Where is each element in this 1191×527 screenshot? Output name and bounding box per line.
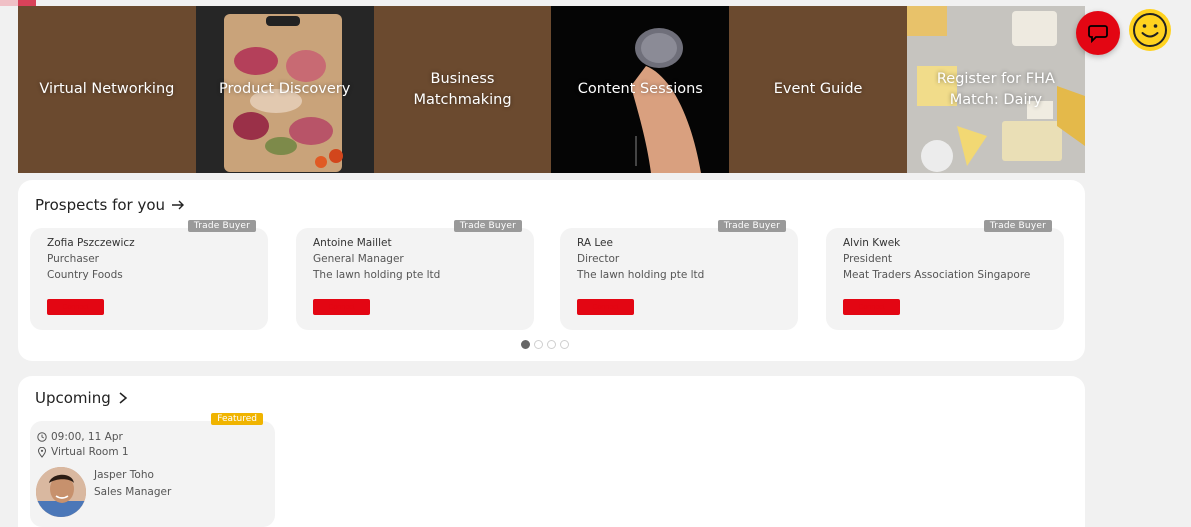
upcoming-heading-link[interactable]: Upcoming [35, 389, 129, 407]
tile-label: Business Matchmaking [413, 70, 512, 108]
tile-content-sessions[interactable]: Content Sessions [551, 6, 730, 173]
prospect-company: The lawn holding pte ltd [577, 269, 705, 281]
prospect-card[interactable]: Trade Buyer RA Lee Director The lawn hol… [560, 220, 798, 330]
speaker-avatar [36, 467, 86, 517]
trade-buyer-badge: Trade Buyer [453, 220, 522, 232]
pagination-dot[interactable] [560, 340, 569, 349]
location-pin-icon [37, 446, 47, 458]
tile-label: Event Guide [773, 81, 863, 97]
connect-button[interactable]: Connect [313, 299, 370, 315]
speaker-photo [36, 467, 86, 517]
trade-buyer-badge: Trade Buyer [983, 220, 1052, 232]
prospects-title: Prospects for you [35, 196, 166, 214]
prospect-title: President [843, 253, 892, 265]
prospects-panel: Prospects for you Trade Buyer Zofia Pszc… [18, 180, 1085, 361]
arrow-right-icon [172, 200, 185, 210]
feedback-button[interactable] [1129, 9, 1171, 51]
connect-button[interactable]: Connect [843, 299, 900, 315]
feature-banner: Virtual Networking Product Discovery Bus… [18, 6, 1085, 173]
tile-virtual-networking[interactable]: Virtual Networking [18, 6, 196, 173]
tile-label: Product Discovery [219, 81, 351, 97]
smiley-icon [1133, 13, 1167, 47]
tile-label: Virtual Networking [39, 81, 175, 97]
session-card[interactable]: Featured 09:00, 11 Apr Virtual Room 1 Ja… [30, 413, 275, 527]
pagination-dot[interactable] [547, 340, 556, 349]
trade-buyer-badge: Trade Buyer [187, 220, 256, 232]
tile-label: Content Sessions [577, 81, 703, 97]
clock-icon [37, 432, 47, 442]
prospects-heading-link[interactable]: Prospects for you [35, 196, 185, 214]
tile-product-discovery[interactable]: Product Discovery [195, 6, 374, 173]
prospect-name: Antoine Maillet [313, 237, 392, 249]
prospect-title: General Manager [313, 253, 404, 265]
chat-button[interactable] [1076, 11, 1120, 55]
chevron-right-icon [119, 392, 127, 404]
prospect-company: Meat Traders Association Singapore [843, 269, 1031, 281]
prospect-card[interactable]: Trade Buyer Zofia Pszczewicz Purchaser C… [30, 220, 268, 330]
prospect-title: Director [577, 253, 620, 265]
chat-bubble-icon [1088, 25, 1108, 44]
prospect-company: Country Foods [47, 269, 123, 281]
session-time-row: 09:00, 11 Apr [37, 431, 123, 443]
speaker-name: Jasper Toho [94, 469, 154, 481]
tile-label: Register for FHA Match: Dairy [936, 70, 1055, 108]
prospect-name: Zofia Pszczewicz [47, 237, 135, 249]
prospect-title: Purchaser [47, 253, 99, 265]
speaker-role: Sales Manager [94, 486, 172, 498]
connect-button[interactable]: Connect [47, 299, 104, 315]
featured-badge: Featured [211, 413, 263, 425]
session-room: Virtual Room 1 [51, 446, 129, 458]
upcoming-title: Upcoming [35, 389, 111, 407]
upcoming-panel: Upcoming Featured 09:00, 11 Apr Virtual … [18, 376, 1085, 527]
carousel-pagination [521, 340, 569, 349]
session-room-row: Virtual Room 1 [37, 446, 129, 458]
pagination-dot[interactable] [534, 340, 543, 349]
prospect-card[interactable]: Trade Buyer Antoine Maillet General Mana… [296, 220, 534, 330]
pagination-dot[interactable] [521, 340, 530, 349]
connect-button[interactable]: Connect [577, 299, 634, 315]
trade-buyer-badge: Trade Buyer [717, 220, 786, 232]
prospect-card[interactable]: Trade Buyer Alvin Kwek President Meat Tr… [826, 220, 1064, 330]
tile-event-guide[interactable]: Event Guide [729, 6, 907, 173]
prospect-name: RA Lee [577, 237, 613, 249]
prospect-company: The lawn holding pte ltd [313, 269, 441, 281]
tile-register-fha-dairy[interactable]: Register for FHA Match: Dairy [906, 6, 1085, 173]
tile-business-matchmaking[interactable]: Business Matchmaking [373, 6, 552, 173]
prospect-name: Alvin Kwek [843, 237, 901, 249]
session-time: 09:00, 11 Apr [51, 431, 123, 443]
